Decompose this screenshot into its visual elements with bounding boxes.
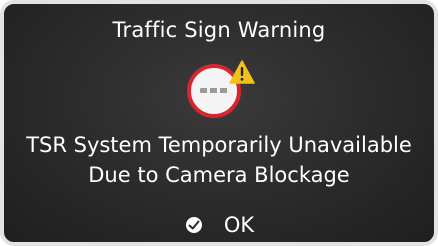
message-line-2: Due to Camera Blockage <box>88 163 350 187</box>
ok-label: OK <box>223 213 255 237</box>
check-circle-icon <box>185 217 202 233</box>
dialog-title: Traffic Sign Warning <box>112 18 326 42</box>
message-line-1: TSR System Temporarily Unavailable <box>26 133 412 157</box>
sign-dashes <box>200 88 228 93</box>
traffic-sign-graphic <box>187 60 257 120</box>
dialog-message: TSR System Temporarily Unavailable Due t… <box>4 130 434 190</box>
ok-button[interactable]: OK <box>4 211 434 239</box>
tsr-warning-screen: Traffic Sign Warning TSR System Temporar… <box>0 0 438 246</box>
warning-icon <box>229 60 255 84</box>
